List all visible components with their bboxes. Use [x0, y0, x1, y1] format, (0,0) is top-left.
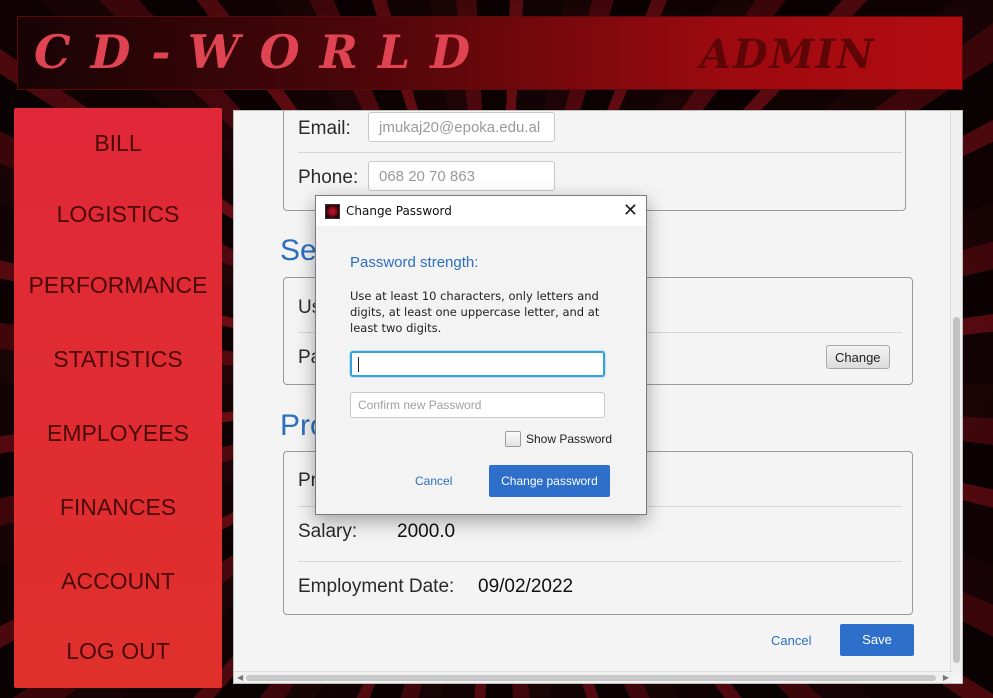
sidebar-item-statistics[interactable]: STATISTICS — [14, 346, 222, 373]
scroll-left-icon[interactable]: ◀ — [237, 673, 243, 682]
horizontal-scroll-thumb[interactable] — [246, 675, 936, 681]
cancel-button[interactable]: Cancel — [771, 633, 811, 648]
show-password-checkbox[interactable] — [505, 431, 521, 447]
new-password-input[interactable] — [350, 351, 605, 377]
dialog-title: Change Password — [346, 204, 452, 218]
sidebar-item-performance[interactable]: PERFORMANCE — [14, 272, 222, 299]
salary-value: 2000.0 — [397, 521, 456, 542]
sidebar-item-employees[interactable]: EMPLOYEES — [14, 420, 222, 447]
sidebar-item-finances[interactable]: FINANCES — [14, 494, 222, 521]
dialog-cancel-button[interactable]: Cancel — [415, 474, 452, 488]
sidebar-item-bill[interactable]: BILL — [14, 130, 222, 157]
sidebar-item-account[interactable]: ACCOUNT — [14, 568, 222, 595]
change-password-submit-button[interactable]: Change password — [489, 465, 610, 497]
employment-date-label: Employment Date: — [298, 576, 455, 597]
vertical-scrollbar[interactable] — [950, 111, 962, 673]
sidebar-item-logistics[interactable]: LOGISTICS — [14, 201, 222, 228]
app-icon — [325, 204, 340, 219]
employment-date-value: 09/02/2022 — [478, 576, 574, 597]
vertical-scroll-thumb[interactable] — [953, 317, 960, 663]
email-field[interactable]: jmukaj20@epoka.edu.al — [368, 112, 555, 142]
scroll-right-icon[interactable]: ▶ — [943, 673, 949, 682]
app-header: CD-WORLD ADMIN — [17, 16, 963, 90]
change-password-button[interactable]: Change — [826, 345, 890, 369]
sidebar-item-logout[interactable]: LOG OUT — [14, 638, 222, 665]
password-requirements-text: Use at least 10 characters, only letters… — [350, 289, 600, 335]
sidebar: BILL LOGISTICS PERFORMANCE STATISTICS EM… — [14, 108, 222, 688]
email-label: Email: — [298, 118, 351, 139]
text-caret — [358, 357, 359, 372]
show-password-label[interactable]: Show Password — [526, 432, 612, 446]
role-label: ADMIN — [700, 31, 876, 78]
divider — [298, 561, 902, 562]
phone-label: Phone: — [298, 167, 359, 188]
salary-label: Salary: — [298, 521, 358, 542]
horizontal-scrollbar[interactable]: ◀ ▶ — [234, 671, 952, 683]
dialog-titlebar[interactable]: Change Password ✕ — [316, 196, 646, 226]
password-strength-label: Password strength: — [350, 254, 479, 271]
close-icon[interactable]: ✕ — [623, 200, 638, 221]
confirm-password-input[interactable]: Confirm new Password — [350, 392, 605, 418]
save-button[interactable]: Save — [840, 624, 914, 656]
app-logo: CD-WORLD — [34, 25, 491, 79]
change-password-dialog: Change Password ✕ Password strength: Use… — [315, 195, 647, 515]
divider — [298, 152, 902, 153]
phone-field[interactable]: 068 20 70 863 — [368, 161, 555, 191]
